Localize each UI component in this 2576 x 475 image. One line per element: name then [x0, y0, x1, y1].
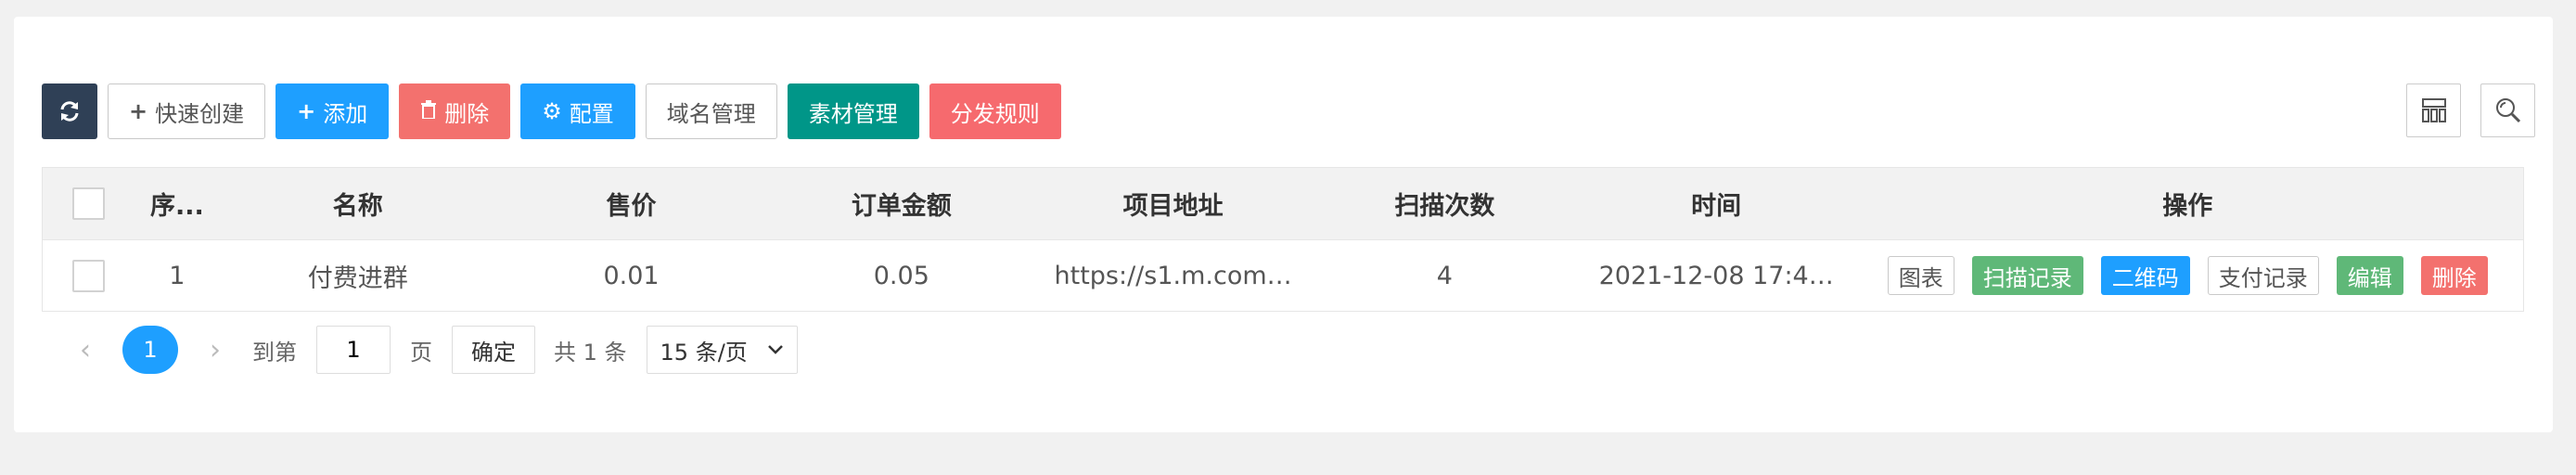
scan-records-button[interactable]: 扫描记录 [1971, 256, 2083, 295]
qrcode-button[interactable]: 二维码 [2100, 256, 2190, 295]
cell-price: 0.01 [603, 261, 660, 290]
pagination: ‹ 1 › 到第 页 确定 共 1 条 15 条/页 [67, 325, 798, 375]
row-checkbox[interactable] [72, 259, 106, 292]
cell-seq: 1 [169, 261, 186, 290]
trash-icon [420, 98, 437, 124]
cell-name: 付费进群 [307, 263, 408, 293]
table-row: 1 付费进群 0.01 0.05 https://s1.m.com… 4 202… [43, 240, 2523, 311]
cell-amount: 0.05 [873, 261, 929, 290]
column-header-scans[interactable]: 扫描次数 [1309, 186, 1581, 222]
select-all-cell [43, 187, 135, 220]
domain-manage-button[interactable]: 域名管理 [645, 83, 777, 139]
distribution-rules-button[interactable]: 分发规则 [929, 83, 1061, 139]
column-header-time[interactable]: 时间 [1581, 186, 1852, 222]
material-manage-label: 素材管理 [808, 100, 898, 127]
search-toggle-button[interactable] [2480, 83, 2535, 137]
column-header-amount[interactable]: 订单金额 [765, 186, 1037, 222]
material-manage-button[interactable]: 素材管理 [787, 83, 919, 139]
chart-button[interactable]: 图表 [1887, 256, 1954, 295]
config-button[interactable]: ⚙ 配置 [520, 83, 635, 139]
refresh-button[interactable] [42, 83, 97, 139]
delete-label: 删除 [444, 100, 490, 127]
gear-icon: ⚙ [542, 98, 562, 124]
distribution-rules-label: 分发规则 [950, 100, 1040, 127]
quick-create-label: 快速创建 [155, 100, 245, 127]
row-select-cell [43, 259, 135, 292]
refresh-icon [60, 101, 79, 122]
table-tools [2406, 83, 2535, 137]
chevron-down-icon [767, 345, 783, 354]
goto-page-input[interactable] [316, 326, 391, 374]
prev-page-icon[interactable]: ‹ [67, 334, 104, 366]
edit-button[interactable]: 编辑 [2336, 256, 2403, 295]
page-unit-label: 页 [410, 339, 432, 366]
cell-scans: 4 [1436, 261, 1453, 290]
column-header-price[interactable]: 售价 [497, 186, 766, 222]
cell-url: https://s1.m.com… [1054, 261, 1292, 290]
select-all-checkbox[interactable] [72, 187, 106, 220]
column-header-seq[interactable]: 序... [135, 186, 219, 222]
toolbar: + 快速创建 + 添加 删除 ⚙ 配置 域名管理 素材管理 分发规则 [42, 83, 1061, 139]
next-page-icon[interactable]: › [197, 334, 234, 366]
data-table: 序... 名称 售价 订单金额 项目地址 扫描次数 时间 操作 1 付费进群 0… [42, 167, 2524, 312]
domain-manage-label: 域名管理 [666, 100, 756, 127]
row-delete-button[interactable]: 删除 [2420, 256, 2488, 295]
current-page[interactable]: 1 [122, 326, 178, 374]
add-button[interactable]: + 添加 [276, 83, 390, 139]
page-size-select[interactable]: 15 条/页 [646, 326, 798, 374]
delete-button[interactable]: 删除 [399, 83, 511, 139]
cell-ops: 图表 扫描记录 二维码 支付记录 编辑 删除 [1852, 256, 2523, 295]
plus-icon: + [129, 98, 148, 124]
columns-toggle-button[interactable] [2406, 83, 2461, 137]
goto-label: 到第 [252, 339, 297, 366]
total-count: 共 1 条 [554, 339, 627, 366]
payment-records-button[interactable]: 支付记录 [2207, 256, 2319, 295]
cell-time: 2021-12-08 17:4… [1598, 261, 1834, 290]
column-header-ops: 操作 [2162, 192, 2213, 221]
add-label: 添加 [323, 100, 368, 127]
plus-icon: + [297, 98, 316, 124]
goto-confirm-button[interactable]: 确定 [452, 326, 535, 374]
column-header-url[interactable]: 项目地址 [1037, 186, 1309, 222]
column-header-name[interactable]: 名称 [219, 186, 497, 222]
search-icon [2495, 98, 2520, 123]
columns-icon [2421, 98, 2446, 122]
page-size-value: 15 条/页 [660, 339, 748, 366]
table-header: 序... 名称 售价 订单金额 项目地址 扫描次数 时间 操作 [43, 168, 2523, 240]
config-label: 配置 [569, 100, 614, 127]
quick-create-button[interactable]: + 快速创建 [108, 83, 266, 139]
